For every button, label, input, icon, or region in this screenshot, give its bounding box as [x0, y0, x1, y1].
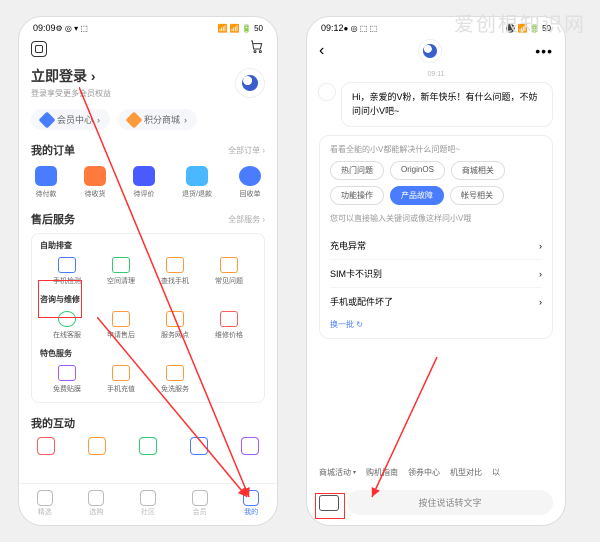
settings-icon[interactable]: [31, 41, 47, 57]
svc-online-support[interactable]: 在线客服: [40, 311, 94, 340]
order-refund[interactable]: 退货/退款: [182, 166, 212, 199]
keyboard-icon[interactable]: [319, 495, 339, 511]
chip-hot[interactable]: 热门问题: [330, 161, 384, 180]
status-icons-left: ● ◎ ⬚ ⬚: [344, 24, 378, 33]
inter-icon-1[interactable]: [37, 437, 55, 455]
orders-all-link[interactable]: 全部订单 ›: [228, 145, 265, 156]
service-box: 自助排查 手机检测 空间清理 查找手机 常见问题 咨询与维修 在线客服 申请售后…: [31, 233, 265, 403]
pill-row: 会员中心› 积分商城›: [31, 109, 265, 130]
tab-community[interactable]: 社区: [140, 490, 156, 517]
capability-card: 看看全能的小V都能解决什么问题吧~ 热门问题 OriginOS 商城相关 功能操…: [319, 135, 553, 339]
phone-left: 09:09 ⚙ ◎ ▾ ⬚ 📶 📶 🔋 50 立即登录 › 登录享受更多会员权益…: [18, 16, 278, 526]
chat-body: 09:11 Hi，亲爱的V粉，新年快乐！有什么问题，不妨问问小V吧~ 看看全能的…: [307, 67, 565, 461]
status-bar: 09:12 ● ◎ ⬚ ⬚ ⚫ 📶 🔋 50: [307, 17, 565, 35]
phones-container: 09:09 ⚙ ◎ ▾ ⬚ 📶 📶 🔋 50 立即登录 › 登录享受更多会员权益…: [0, 0, 600, 542]
back-button[interactable]: ‹: [319, 42, 324, 60]
svc-no-wash[interactable]: 免洗服务: [148, 365, 202, 394]
bchip-buy-guide[interactable]: 购机指南: [366, 467, 398, 478]
group2-title: 咨询与维修: [40, 294, 256, 305]
inter-icon-2[interactable]: [88, 437, 106, 455]
bchip-coupon[interactable]: 领券中心: [408, 467, 440, 478]
chip-row: 热门问题 OriginOS 商城相关 功能操作 产品故障 帐号相关: [330, 161, 542, 205]
chip-account[interactable]: 帐号相关: [450, 186, 504, 205]
question-list: 充电异常› SIM卡不识别› 手机或配件坏了›: [330, 232, 542, 315]
q-hint: 您可以直接输入关键词或像这样问小V哦: [330, 213, 542, 224]
cart-icon[interactable]: [249, 39, 265, 58]
chat-time: 09:11: [319, 71, 553, 78]
pill-member-center[interactable]: 会员中心›: [31, 109, 110, 130]
svc-service-point[interactable]: 服务网点: [148, 311, 202, 340]
section-orders: 我的订单 全部订单 › 待付款 待收货 待评价 退货/退款 回收单: [31, 142, 265, 199]
phone-right: 09:12 ● ◎ ⬚ ⬚ ⚫ 📶 🔋 50 ‹ ••• 09:11 Hi，亲爱…: [306, 16, 566, 526]
svc-apply-aftersale[interactable]: 申请售后: [94, 311, 148, 340]
bubble-avatar: [318, 83, 336, 101]
svc-phone-check[interactable]: 手机检测: [40, 257, 94, 286]
login-title: 立即登录 ›: [31, 66, 111, 86]
chip-fault[interactable]: 产品故障: [390, 186, 444, 205]
tab-shop[interactable]: 选购: [88, 490, 104, 517]
voice-input[interactable]: 按住说话转文字: [347, 490, 553, 515]
aftersales-all-link[interactable]: 全部服务 ›: [228, 214, 265, 225]
tabbar: 精选 选购 社区 会员 我的: [19, 483, 277, 525]
svc-find-phone[interactable]: 查找手机: [148, 257, 202, 286]
svc-repair-price[interactable]: 维修价格: [202, 311, 256, 340]
order-recycle[interactable]: 回收单: [239, 166, 261, 199]
chat-bubble: Hi，亲爱的V粉，新年快乐！有什么问题，不妨问问小V吧~: [341, 82, 553, 127]
chip-originos[interactable]: OriginOS: [390, 161, 445, 180]
status-bar: 09:09 ⚙ ◎ ▾ ⬚ 📶 📶 🔋 50: [19, 17, 277, 35]
status-time: 09:09: [33, 23, 56, 33]
status-icons-right: 📶 📶 🔋 50: [218, 24, 263, 33]
svc-space-clean[interactable]: 空间清理: [94, 257, 148, 286]
bottom-chips: 商城活动▾ 购机指南 领券中心 机型对比 以: [307, 461, 565, 484]
interaction-title: 我的互动: [31, 415, 75, 431]
orders-title: 我的订单: [31, 142, 75, 158]
bchip-more[interactable]: 以: [492, 467, 500, 478]
inter-icon-4[interactable]: [190, 437, 208, 455]
order-pending-receive[interactable]: 待收货: [84, 166, 106, 199]
inter-icon-3[interactable]: [139, 437, 157, 455]
tab-member[interactable]: 会员: [192, 490, 208, 517]
pill-points-mall[interactable]: 积分商城›: [118, 109, 197, 130]
inter-icon-5[interactable]: [241, 437, 259, 455]
tab-mine[interactable]: 我的: [243, 490, 259, 517]
q-charging[interactable]: 充电异常›: [330, 232, 542, 259]
card-title: 看看全能的小V都能解决什么问题吧~: [330, 144, 542, 155]
section-interaction: 我的互动: [31, 415, 265, 455]
more-button[interactable]: •••: [535, 43, 553, 59]
chat-header: ‹ •••: [307, 35, 565, 67]
aftersales-title: 售后服务: [31, 211, 75, 227]
login-subtitle: 登录享受更多会员权益: [31, 88, 111, 99]
group3-title: 特色服务: [40, 348, 256, 359]
login-row[interactable]: 立即登录 › 登录享受更多会员权益: [31, 66, 265, 99]
order-pending-pay[interactable]: 待付款: [35, 166, 57, 199]
tab-featured[interactable]: 精选: [37, 490, 53, 517]
svc-free-film[interactable]: 免费贴膜: [40, 365, 94, 394]
group1-title: 自助排查: [40, 240, 256, 251]
bchip-mall-activity[interactable]: 商城活动▾: [319, 467, 356, 478]
status-time: 09:12: [321, 23, 344, 33]
status-icons-right: ⚫ 📶 🔋 50: [506, 24, 551, 33]
svc-faq[interactable]: 常见问题: [202, 257, 256, 286]
status-icons-left: ⚙ ◎ ▾ ⬚: [56, 24, 88, 33]
q-broken[interactable]: 手机或配件坏了›: [330, 287, 542, 315]
svc-phone-recharge[interactable]: 手机充值: [94, 365, 148, 394]
order-pending-review[interactable]: 待评价: [133, 166, 155, 199]
refresh-button[interactable]: 换一批 ↻: [330, 319, 542, 330]
bchip-compare[interactable]: 机型对比: [450, 467, 482, 478]
top-row: [31, 35, 265, 62]
chip-mall[interactable]: 商城相关: [451, 161, 505, 180]
section-aftersales: 售后服务 全部服务 › 自助排查 手机检测 空间清理 查找手机 常见问题 咨询与维…: [31, 211, 265, 403]
chat-avatar: [418, 39, 442, 63]
q-sim[interactable]: SIM卡不识别›: [330, 259, 542, 287]
chip-function[interactable]: 功能操作: [330, 186, 384, 205]
input-bar: 按住说话转文字: [307, 484, 565, 525]
content: 立即登录 › 登录享受更多会员权益 会员中心› 积分商城› 我的订单 全部订单 ›…: [19, 35, 277, 483]
avatar[interactable]: [235, 68, 265, 98]
